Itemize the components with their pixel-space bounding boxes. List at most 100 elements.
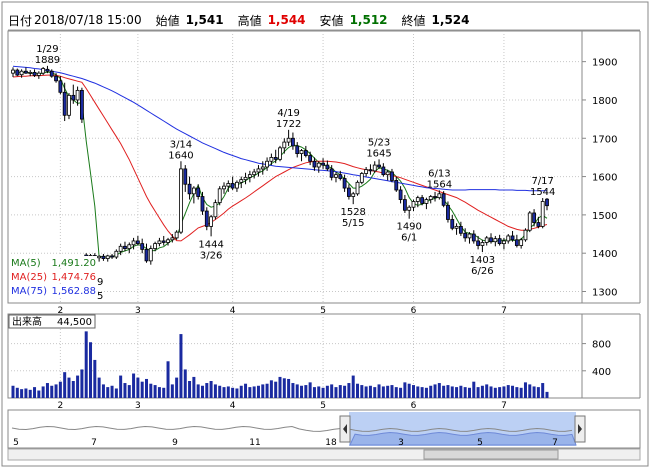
volume-bar [269, 380, 273, 398]
volume-bar [239, 385, 243, 398]
volume-y-tick-label: 400 [592, 367, 611, 378]
volume-bar [536, 387, 540, 398]
candle-body-up [174, 231, 179, 239]
volume-bar [37, 390, 41, 398]
volume-bar [360, 385, 364, 398]
volume-bar [394, 387, 398, 398]
candlestick [527, 211, 532, 233]
price-y-tick-label: 1900 [592, 58, 617, 69]
volume-bar [433, 384, 437, 398]
candle-body-up [269, 157, 274, 162]
volume-bar [76, 375, 80, 398]
candlestick [217, 186, 222, 206]
navigator-x-tick-label: 18 [325, 438, 337, 448]
price-panel[interactable]: 1900180017001600150014001300 234567 1/29… [7, 30, 641, 316]
candlestick [15, 68, 20, 77]
candle-body-up [41, 68, 46, 74]
volume-bar [54, 384, 58, 398]
navigator-scrollbar-thumb[interactable] [423, 449, 559, 460]
candlestick [67, 93, 71, 120]
volume-bar [123, 383, 127, 398]
candle-body-down [390, 171, 394, 181]
candle-body-up [316, 162, 321, 168]
candle-body-up [428, 196, 433, 200]
volume-bar [541, 383, 545, 398]
volume-bar [157, 387, 161, 398]
candle-body-down [187, 183, 192, 195]
volume-panel[interactable]: 800400 234567 出来高 44,500 [7, 313, 641, 411]
candlestick [355, 180, 360, 196]
candle-body-up [235, 181, 239, 189]
candle-body-down [433, 196, 437, 199]
candle-body-down [54, 75, 58, 82]
annotation-date: 3/26 [200, 250, 222, 261]
volume-bar [175, 377, 179, 398]
candle-body-up [118, 245, 123, 252]
candle-body-up [286, 137, 291, 143]
range-navigator[interactable]: 5 7 9 11 18 3 5 7 [7, 409, 641, 461]
volume-bar [287, 378, 291, 398]
volume-bar [493, 387, 497, 398]
volume-bar [205, 383, 209, 398]
volume-bar [368, 385, 372, 398]
volume-bar [101, 384, 105, 398]
legend-overflow-digit: 5 [97, 291, 103, 302]
candle-body-down [123, 245, 127, 249]
candle-body-down [450, 219, 455, 229]
volume-bar [97, 377, 101, 398]
candle-body-up [19, 70, 24, 76]
volume-bar [11, 385, 15, 398]
legend-ma-value: 1,562.88 [51, 286, 96, 297]
candlestick [179, 161, 183, 235]
candle-body-down [398, 189, 403, 200]
candle-body-down [446, 204, 450, 220]
volume-bar [179, 334, 183, 398]
volume-bar [282, 378, 286, 398]
candle-body-down [458, 225, 463, 234]
candle-body-up [359, 173, 364, 183]
candle-body-down [110, 255, 114, 258]
volume-bar [472, 381, 476, 398]
candle-body-down [32, 71, 37, 76]
candle-body-up [67, 94, 71, 116]
volume-bar [84, 331, 88, 398]
navigator-left-handle[interactable] [339, 415, 351, 443]
volume-bar [343, 385, 347, 398]
volume-bar [321, 387, 325, 398]
navigator-x-tick-label: 11 [249, 438, 260, 448]
volume-bar [523, 382, 527, 398]
volume-y-tick-label: 800 [592, 340, 611, 351]
volume-bar [463, 387, 467, 398]
price-y-tick-label: 1800 [592, 96, 617, 107]
candle-body-up [166, 239, 170, 243]
volume-bar [278, 376, 282, 398]
price-y-tick-label: 1700 [592, 134, 617, 145]
candle-body-up [540, 201, 545, 227]
candle-body-up [437, 193, 442, 199]
candle-body-up [170, 237, 175, 241]
volume-bar [67, 377, 71, 398]
annotation-value: 1564 [427, 179, 452, 190]
volume-bar [511, 385, 515, 398]
navigator-right-handle[interactable] [574, 415, 586, 443]
candle-body-up [239, 179, 244, 183]
candle-body-down [441, 193, 446, 206]
volume-bar [80, 369, 84, 398]
candle-body-up [148, 248, 153, 262]
candle-body-down [532, 212, 536, 223]
candle-body-up [209, 216, 213, 227]
volume-bar [386, 385, 390, 398]
candle-body-down [15, 69, 20, 76]
volume-bar [235, 388, 239, 398]
candle-body-down [308, 155, 313, 162]
volume-bar [351, 375, 355, 398]
volume-bar [312, 387, 316, 398]
candle-body-down [295, 145, 300, 154]
candle-body-down [161, 240, 166, 243]
volume-bar [200, 385, 204, 398]
volume-bar [256, 385, 260, 398]
volume-bar [399, 387, 403, 398]
legend-ma-label: MA(5) [11, 258, 41, 269]
volume-bar [317, 386, 321, 398]
candle-body-down [471, 233, 476, 242]
